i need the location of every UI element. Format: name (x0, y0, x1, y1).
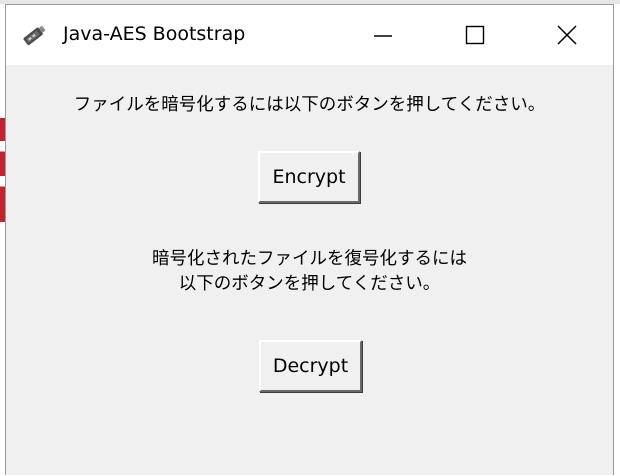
maximize-icon (465, 25, 485, 45)
encrypt-instruction-label: ファイルを暗号化するには以下のボタンを押してください。 (73, 95, 546, 115)
close-button[interactable] (521, 5, 613, 65)
minimize-icon (374, 35, 392, 37)
decrypt-button[interactable]: Decrypt (259, 340, 362, 392)
decrypt-instruction-label-line1: 暗号化されたファイルを復号化するには (152, 249, 467, 269)
maximize-button[interactable] (429, 5, 521, 65)
java-cup-icon (20, 21, 48, 49)
app-window: Java-AES Bootstrap ファイルを暗号化するには以下のボタンを押し… (5, 4, 614, 475)
window-content: ファイルを暗号化するには以下のボタンを押してください。 Encrypt 暗号化さ… (6, 65, 613, 476)
minimize-button[interactable] (337, 5, 429, 65)
window-title: Java-AES Bootstrap (63, 23, 246, 45)
close-icon (557, 25, 577, 45)
decrypt-instruction-label-line2: 以下のボタンを押してください。 (178, 274, 441, 294)
title-bar[interactable]: Java-AES Bootstrap (6, 5, 613, 65)
encrypt-button[interactable]: Encrypt (258, 151, 360, 203)
